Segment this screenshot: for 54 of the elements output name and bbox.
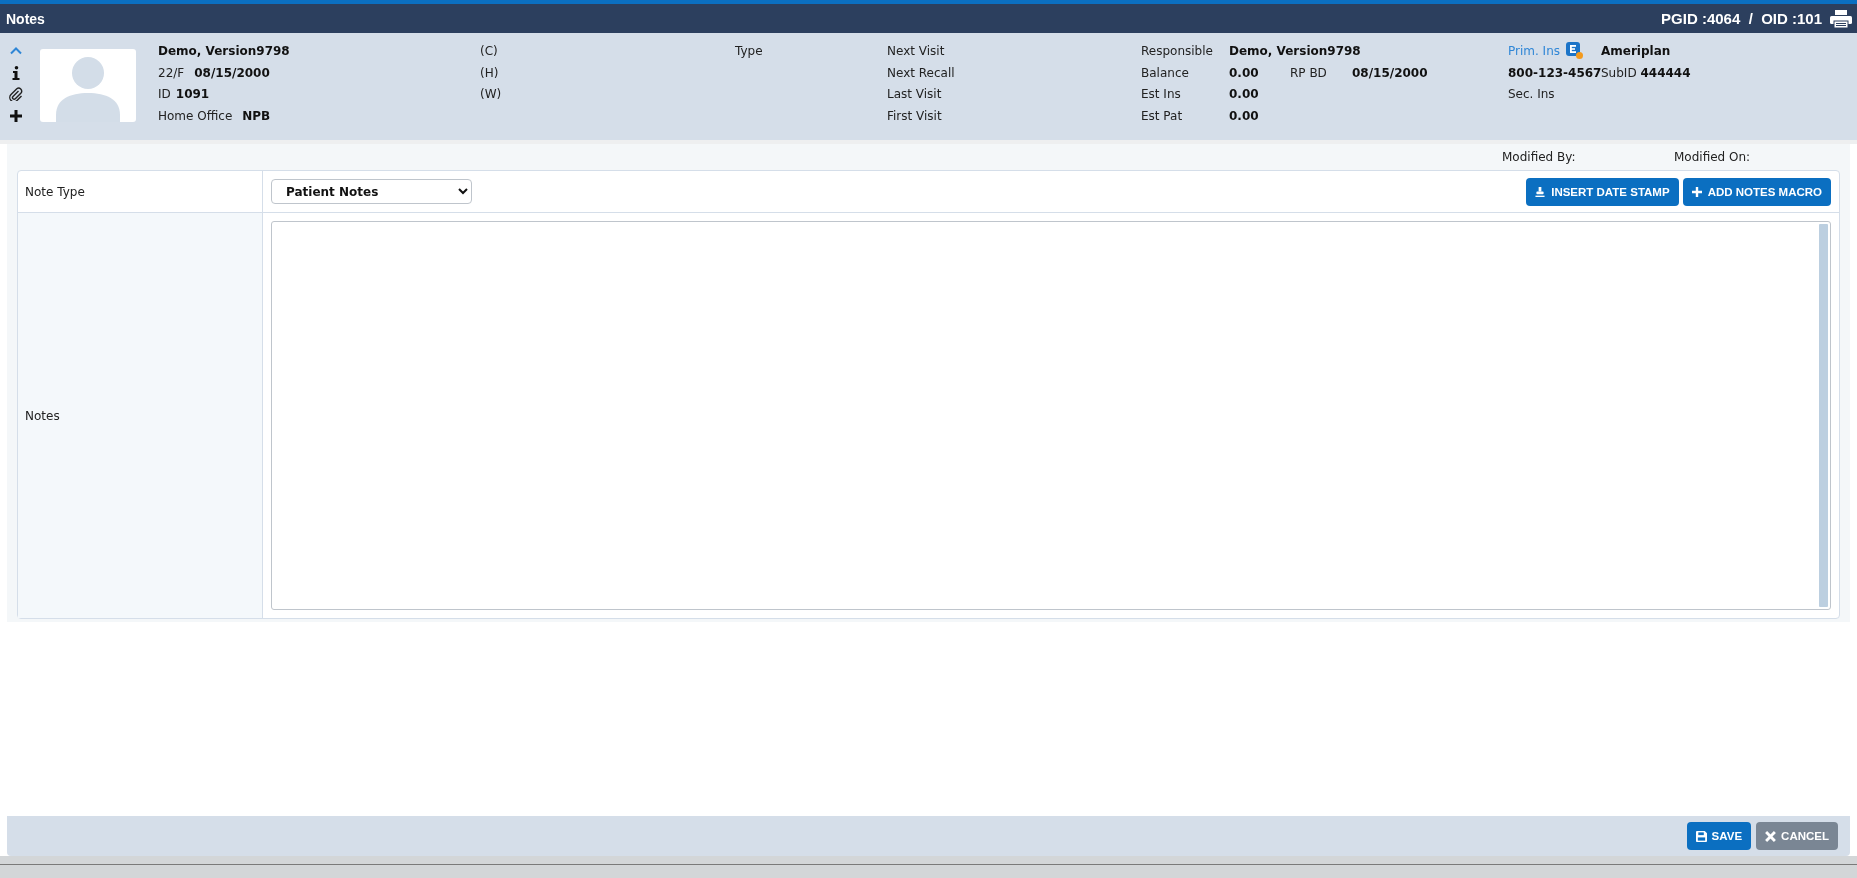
account-label: Balance	[1141, 65, 1189, 80]
account-label: RP BD	[1290, 65, 1327, 80]
phone-label: (C)	[480, 43, 498, 58]
account-label: Est Pat	[1141, 108, 1183, 123]
account-value: 0.00	[1229, 65, 1259, 80]
visit-label: Next Recall	[887, 65, 955, 80]
account-label: Est Ins	[1141, 87, 1181, 102]
age-sex: 22/F	[158, 65, 185, 80]
window-title: Notes	[6, 10, 46, 27]
birth-date: 08/15/2000	[194, 65, 270, 80]
modified-label: Modified On:	[1674, 150, 1751, 164]
phone-label: (W)	[480, 87, 502, 102]
save-button[interactable]: SAVE	[1686, 822, 1752, 850]
insert-date-stamp-button[interactable]: INSERT DATE STAMP	[1526, 177, 1679, 206]
account-label: Responsible	[1141, 43, 1213, 58]
note-type-select[interactable]: Patient Notes	[271, 179, 472, 204]
plus-icon	[1691, 186, 1702, 197]
office-value: NPB	[242, 108, 271, 123]
account-value: 08/15/2000	[1352, 65, 1428, 80]
account-value: 0.00	[1229, 108, 1259, 123]
scrollbar[interactable]	[1819, 224, 1828, 607]
office-label: Home Office	[158, 108, 233, 123]
insurance-phone: 800-123-4567	[1508, 65, 1602, 80]
id-label: ID	[158, 87, 171, 102]
modified-label: Modified By:	[1502, 150, 1576, 164]
close-icon	[1765, 830, 1777, 842]
secondary-insurance-label: Sec. Ins	[1508, 87, 1555, 102]
cancel-button[interactable]: CANCEL	[1756, 822, 1838, 850]
notes-label: Notes	[25, 408, 60, 423]
subid-value: 444444	[1640, 65, 1691, 80]
primary-insurance-link[interactable]: Prim. Ins	[1508, 43, 1560, 58]
caret-up-icon[interactable]	[9, 46, 23, 56]
visit-label: First Visit	[887, 108, 942, 123]
insurance-name: Ameriplan	[1601, 43, 1671, 58]
account-value: 0.00	[1229, 87, 1259, 102]
visit-label: Next Visit	[887, 43, 945, 58]
note-type-label: Note Type	[25, 184, 85, 199]
account-value: Demo, Version9798	[1229, 43, 1361, 58]
practice-ids: PGID :4064 / OID :101	[1661, 10, 1822, 27]
patient-name: Demo, Version9798	[158, 43, 290, 58]
notes-field[interactable]	[271, 221, 1831, 610]
add-notes-macro-button[interactable]: ADD NOTES MACRO	[1682, 177, 1831, 206]
stamp-icon	[1535, 186, 1546, 197]
info-icon[interactable]	[12, 65, 20, 80]
save-icon	[1695, 830, 1707, 842]
type-label: Type	[735, 43, 763, 58]
document-question-icon[interactable]	[1566, 42, 1583, 60]
visit-label: Last Visit	[887, 87, 942, 102]
phone-label: (H)	[480, 65, 499, 80]
plus-icon[interactable]	[9, 109, 23, 124]
printer-icon[interactable]	[1830, 9, 1852, 28]
patient-id: 1091	[175, 87, 210, 102]
subid-label: SubID	[1601, 65, 1637, 80]
paperclip-icon[interactable]	[9, 87, 23, 102]
